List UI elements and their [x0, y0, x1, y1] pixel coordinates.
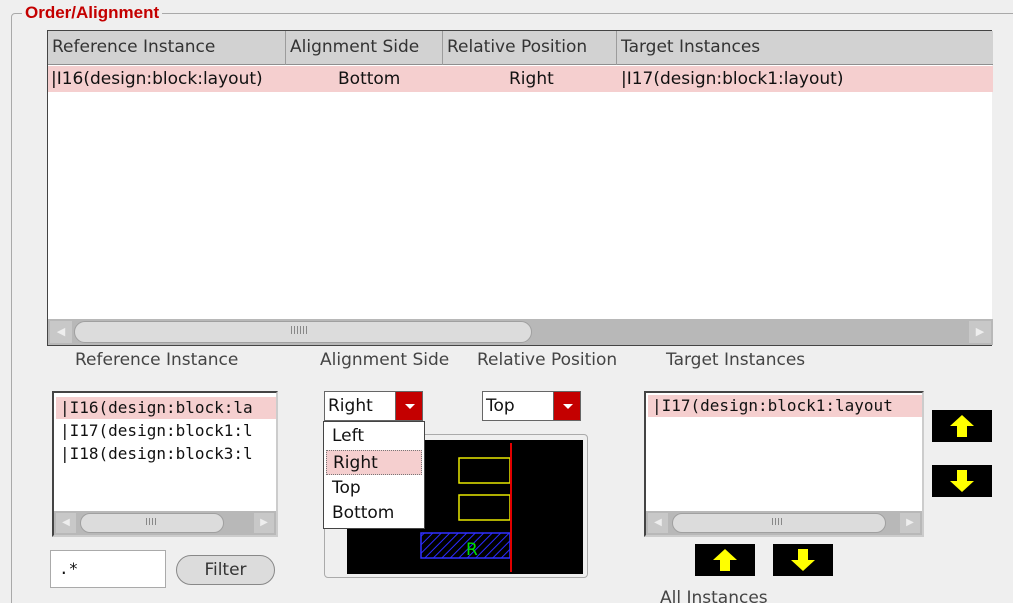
grip-icon	[291, 326, 309, 334]
dropdown-option-right[interactable]: Right	[326, 450, 422, 475]
scroll-right-icon[interactable]: ▶	[900, 513, 920, 533]
row-reference-instance: |I16(design:block:layout)	[51, 69, 263, 89]
grip-icon	[772, 518, 784, 525]
arrow-down-icon	[791, 549, 815, 571]
table-header: Reference Instance Alignment Side Relati…	[48, 31, 993, 65]
grip-icon	[146, 518, 158, 525]
filter-button[interactable]: Filter	[176, 555, 275, 585]
dropdown-option-top[interactable]: Top	[326, 476, 422, 501]
reference-instance-list[interactable]: |I16(design:block:la |I17(design:block1:…	[52, 391, 278, 537]
target-instances-list[interactable]: |I17(design:block1:layout ◀ ▶	[644, 391, 924, 537]
list-item[interactable]: |I17(design:block1:l	[60, 420, 253, 442]
reference-instance-label: Reference Instance	[75, 350, 239, 370]
column-header-target-instances[interactable]: Target Instances	[617, 31, 993, 65]
arrow-up-icon	[950, 415, 974, 437]
reference-list-scrollbar[interactable]: ◀ ▶	[54, 511, 276, 535]
arrow-down-icon	[950, 470, 974, 492]
dropdown-option-left[interactable]: Left	[326, 424, 422, 449]
relative-position-value: Top	[486, 396, 515, 416]
alignment-side-dropdown[interactable]: Left Right Top Bottom	[323, 421, 425, 529]
order-alignment-panel: Order/Alignment Reference Instance Align…	[0, 0, 1013, 603]
scroll-right-icon[interactable]: ▶	[254, 513, 274, 533]
relative-position-label: Relative Position	[477, 350, 618, 370]
row-alignment-side: Bottom	[338, 69, 401, 89]
filter-input[interactable]: .*	[50, 550, 166, 588]
table-horizontal-scrollbar[interactable]: ◀ ▶	[48, 319, 993, 345]
group-title: Order/Alignment	[22, 3, 163, 23]
move-target-up-button[interactable]	[932, 410, 992, 442]
relative-position-combo[interactable]: Top	[482, 391, 581, 421]
row-target-instances: |I17(design:block1:layout)	[621, 69, 844, 89]
add-target-up-button[interactable]	[695, 544, 755, 576]
alignment-side-value: Right	[328, 396, 373, 416]
move-target-down-button[interactable]	[932, 465, 992, 497]
dropdown-option-bottom[interactable]: Bottom	[326, 501, 422, 526]
column-header-reference-instance[interactable]: Reference Instance	[48, 31, 286, 65]
preview-marker: R	[466, 540, 478, 560]
scroll-left-icon[interactable]: ◀	[56, 513, 76, 533]
all-instances-label: All Instances	[660, 588, 768, 603]
scroll-left-icon[interactable]: ◀	[648, 513, 668, 533]
column-header-alignment-side[interactable]: Alignment Side	[286, 31, 443, 65]
list-item[interactable]: |I17(design:block1:layout	[648, 395, 922, 417]
alignment-side-label: Alignment Side	[320, 350, 450, 370]
row-relative-position: Right	[509, 69, 554, 89]
scroll-right-icon[interactable]: ▶	[969, 321, 991, 343]
alignment-side-combo[interactable]: Right	[324, 391, 423, 421]
target-list-scrollbar[interactable]: ◀ ▶	[646, 511, 922, 535]
list-item[interactable]: |I16(design:block:la	[56, 397, 276, 419]
alignment-table[interactable]: Reference Instance Alignment Side Relati…	[47, 30, 993, 346]
column-header-relative-position[interactable]: Relative Position	[443, 31, 617, 65]
chevron-down-icon[interactable]	[395, 392, 422, 420]
target-instances-label: Target Instances	[666, 350, 806, 370]
chevron-down-icon[interactable]	[553, 392, 580, 420]
table-row[interactable]: |I16(design:block:layout) Bottom Right |…	[48, 66, 993, 92]
list-item[interactable]: |I18(design:block3:l	[60, 443, 253, 465]
arrow-up-icon	[713, 549, 737, 571]
scroll-left-icon[interactable]: ◀	[50, 321, 72, 343]
remove-target-down-button[interactable]	[773, 544, 833, 576]
